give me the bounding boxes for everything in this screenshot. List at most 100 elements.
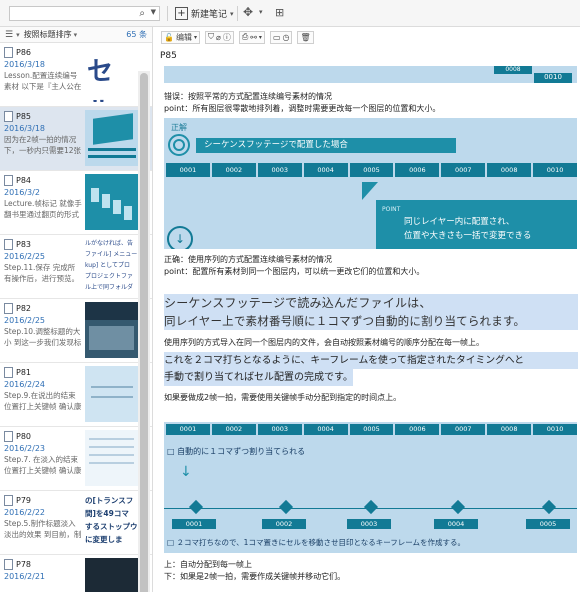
note-thumbnail [85,110,138,166]
correct-circle-icon [173,139,185,151]
note-title: P78 [16,560,32,569]
list-item[interactable]: P82 2016/2/25 Step.10.调整标题的大小 到这一步我们发现标题… [0,299,152,363]
note-thumbnail [85,366,138,422]
note-excerpt: 因为在2帧一拍的情况下，一秒内只需要12张图... [4,135,82,155]
note-title: P83 [16,240,32,249]
frame-label: 0010 [533,163,577,177]
note-excerpt: Step.11.保存 完成所有操作后，进行预览。 实时... [4,263,79,283]
keyframe-diamond [363,499,379,515]
document-icon [4,239,13,250]
list-item[interactable]: P84 2016/3/2 Lecture.帧标记 就像手翻书里通过翻页的形式将.… [0,171,152,235]
highlighted-text: これを２コマ打ちとなるように、キーフレームを使って指定されたタイミングへと [164,352,578,369]
grid-view-icon[interactable]: ⊞ [275,6,284,19]
list-item[interactable]: P86 2016/3/18 Lesson.配置连续编号素材 以下是『主人公在频.… [0,43,152,107]
frame-label: 0005 [349,424,394,435]
frame-label: 0008 [487,424,532,435]
list-item-selected[interactable]: P85 2016/3/18 因为在2帧一拍的情况下，一秒内只需要12张图... [0,107,152,171]
list-item[interactable]: P83 2016/2/25 Step.11.保存 完成所有操作后，进行预览。 实… [0,235,152,299]
history-icon[interactable]: ◷ [283,33,290,42]
frame-label: 0003 [257,424,302,435]
paragraph: point：配置所有素材到同一个图层内，可以统一更改它们的位置和大小。 [164,267,425,276]
note-excerpt: Lesson.配置连续编号素材 以下是『主人公在频... [4,71,82,91]
image-caption: シーケンスフッテージで配置した場合 [196,138,456,153]
new-note-button[interactable]: + 新建笔记 ▾ [175,5,234,22]
chevron-down-icon[interactable]: ▾ [259,8,263,16]
frame-label: 0004 [303,163,348,177]
highlighted-block: これを２コマ打ちとなるように、キーフレームを使って指定されたタイミングへと 手動… [164,352,578,386]
sync-icon[interactable]: ✥ [243,5,253,19]
frame-label: 0005 [526,519,570,529]
list-item[interactable]: P79 2016/2/22 Step.5.制作标题淡入淡出的效果 到目前，制作.… [0,491,152,555]
comment-icon[interactable]: ▭ [273,33,281,42]
highlighted-text: 手動で割り当てればセル配置の完成です。 [164,369,353,386]
highlighted-text: 同レイヤー上で素材番号順に１コマずつ自動的に割り当てられます。 [164,312,578,330]
chevron-down-icon[interactable]: ▼ [151,8,156,16]
keyframe-diamond [450,499,466,515]
delete-button[interactable]: 🗑 [297,30,314,44]
point-label: POINT [382,206,401,213]
print-icon[interactable]: ⎙ [242,32,248,42]
note-thumbnail [85,174,138,230]
note-content[interactable]: 0008 0010 错误：按照平常的方式配置连续编号素材的情况 point：所有… [153,66,580,592]
list-item[interactable]: P78 2016/2/21 [0,555,152,592]
thumbnail-text: kup] としてプロ [85,262,130,269]
chevron-down-icon[interactable]: ▾ [259,34,262,41]
note-thumbnail: ルがなければ、告 ファイル] メニュー kup] としてプロ プロジェクトファ … [85,238,138,294]
divider [167,6,168,21]
share-group: ⎙ ⚯ ▾ [238,30,265,44]
search-input[interactable]: ⌕ ▼ [9,6,160,21]
new-note-icon: + [175,7,188,20]
scrollbar-thumb[interactable] [140,73,148,592]
format-group: ⛉ ⌀ ⓘ [204,30,234,44]
frame-label: 0010 [534,73,572,83]
point-text: 位置や大きさも一括で変更できる [404,231,532,241]
note-title: P85 [16,112,32,121]
frame-label: 0006 [395,163,440,177]
paragraph: 正确：使用序列的方式配置连续编号素材的情况 [164,255,332,264]
thumbnail-text: ファイル] メニュー [85,251,138,258]
trash-icon: 🗑 [300,32,311,42]
document-icon [4,111,13,122]
info-icon[interactable]: ⓘ [223,32,231,43]
image-caption: □ ２コマ打ちなので、1コマ置きにセルを移動させ目印となるキーフレームを作成する… [167,538,466,547]
note-excerpt: Lecture.帧标记 就像手翻书里通过翻页的形式将... [4,199,82,219]
paragraph: 使用序列的方式导入在同一个图层内的文件，会自动按照素材编号的顺序分配在每一帧上。 [164,338,484,347]
edit-button[interactable]: 🔓 编辑 ▾ [161,30,200,44]
frame-label: 0001 [172,519,216,529]
frame-row: 0001 0002 0003 0004 0005 0006 0007 0008 … [164,163,577,177]
thumbnail-text: ル上で同フォルダ [85,284,134,291]
frame-label: 0004 [303,424,348,435]
document-icon [4,431,13,442]
callout-arrow [362,182,378,200]
lock-icon: 🔓 [164,32,174,42]
chevron-down-icon: ▾ [193,33,197,41]
note-title: P86 [16,48,32,57]
bookmark-icon[interactable]: ⛉ [208,32,214,42]
frame-label: 0003 [257,163,302,177]
note-title: P81 [16,368,32,377]
share-icon[interactable]: ⚯ [250,33,257,42]
note-title-field[interactable]: P85 [160,51,177,61]
chevron-down-icon[interactable]: ▾ [74,31,78,39]
list-view-icon[interactable]: ☰ [5,30,13,40]
frame-label: 0005 [349,163,394,177]
frame-label: 0001 [166,424,210,435]
list-item[interactable]: P80 2016/2/23 Step.7. 在淡入的结束位置打上关键帧 确认康佛… [0,427,152,491]
list-header: ☰ ▾ 按照标题排序 ▾ 65 条 [0,27,152,43]
search-icon[interactable]: ⌕ [139,8,145,19]
note-excerpt: Step.7. 在淡入的结束位置打上关键帧 确认康佛... [4,455,82,475]
note-thumbnail: セル [85,46,138,102]
attachment-icon[interactable]: ⌀ [216,33,221,42]
frame-label: 0004 [434,519,478,529]
sequence-image: 正解 シーケンスフッテージで配置した場合 0001 0002 0003 0004… [164,118,577,249]
thumbnail-text: 間]を49コマ [85,509,129,518]
chevron-down-icon[interactable]: ▾ [16,31,20,39]
sort-button[interactable]: 按照标题排序 [24,29,72,40]
list-scrollbar[interactable] [138,71,150,592]
down-arrow-icon: ↓ [167,226,193,249]
paragraph: point：所有图层很零散地排列着，调整时需要更改每一个图层的位置和大小。 [164,104,441,113]
edit-label: 编辑 [175,32,192,42]
keyframe-diamond [278,499,294,515]
frame-label: 0007 [441,163,486,177]
list-item[interactable]: P81 2016/2/24 Step.9.在说出的结束位置打上关键帧 确认康佛.… [0,363,152,427]
